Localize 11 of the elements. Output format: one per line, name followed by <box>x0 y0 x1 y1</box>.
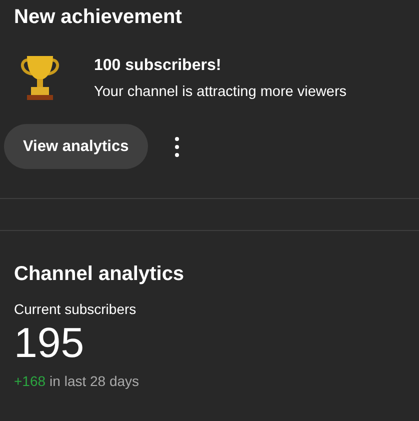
card-title: New achievement <box>14 5 183 30</box>
card-title: Channel analytics <box>14 262 186 287</box>
change-value: +168 <box>14 373 46 389</box>
achievement-headline: 100 subscribers! <box>94 56 222 74</box>
achievement-description: Your channel is attracting more viewers <box>94 84 347 100</box>
change-period: in last 28 days <box>50 373 140 389</box>
view-analytics-button[interactable]: View analytics <box>4 124 148 169</box>
trophy-icon <box>18 54 62 102</box>
more-icon[interactable] <box>174 136 179 156</box>
subscriber-count: 195 <box>14 319 86 367</box>
metric-label: Current subscribers <box>14 301 138 317</box>
